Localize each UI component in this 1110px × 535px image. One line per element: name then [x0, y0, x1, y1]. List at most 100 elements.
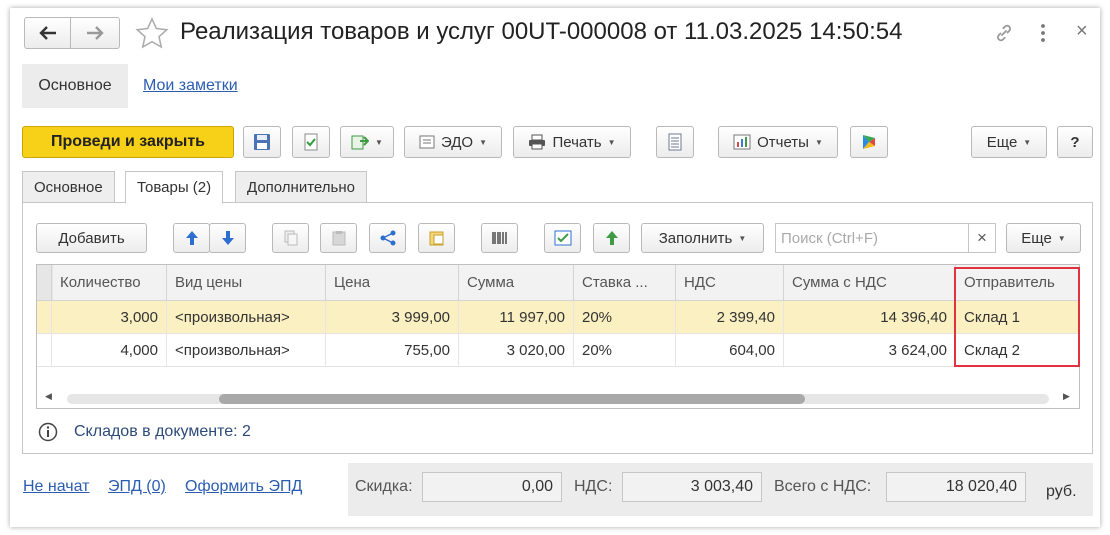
- more-vertical-icon[interactable]: [1039, 22, 1047, 44]
- chevron-down-icon: ▼: [479, 137, 488, 147]
- fill-button[interactable]: Заполнить ▼: [641, 223, 764, 253]
- column-header[interactable]: Цена: [325, 265, 458, 300]
- printer-icon: [529, 134, 546, 150]
- cell-sum[interactable]: 3 020,00: [458, 334, 573, 366]
- check-button[interactable]: [544, 223, 581, 253]
- vat-label: НДС:: [574, 478, 613, 495]
- edo-button[interactable]: ЭДО ▼: [404, 126, 502, 158]
- table-more-label: Еще: [1021, 229, 1052, 247]
- cell-vat[interactable]: 2 399,40: [675, 301, 783, 333]
- save-button[interactable]: [243, 126, 281, 158]
- floppy-disk-icon: [254, 134, 270, 150]
- epd-link[interactable]: ЭПД (0): [108, 478, 166, 496]
- cell-price[interactable]: 755,00: [325, 334, 458, 366]
- chevron-down-icon: ▼: [607, 137, 616, 147]
- more-button[interactable]: Еще ▼: [971, 126, 1047, 158]
- table-header: Количество Вид цены Цена Сумма Ставка ..…: [37, 265, 1079, 301]
- reports-button[interactable]: Отчеты ▼: [718, 126, 838, 158]
- star-icon[interactable]: [135, 17, 169, 49]
- move-down-button[interactable]: [209, 223, 246, 253]
- table-row[interactable]: 3,000 <произвольная> 3 999,00 11 997,00 …: [37, 301, 1079, 334]
- column-header[interactable]: Вид цены: [166, 265, 325, 300]
- select-items-button[interactable]: [418, 223, 455, 253]
- cell-sum-with-vat[interactable]: 3 624,00: [783, 334, 955, 366]
- arrow-right-icon: [87, 26, 104, 40]
- report-icon: [733, 134, 751, 150]
- cell-vat-rate[interactable]: 20%: [573, 301, 675, 333]
- info-icon: [38, 422, 58, 442]
- cell-vat[interactable]: 604,00: [675, 334, 783, 366]
- chevron-down-icon: ▼: [1057, 233, 1066, 243]
- cell-vat-rate[interactable]: 20%: [573, 334, 675, 366]
- scroll-right-arrow[interactable]: ▶: [1063, 391, 1070, 402]
- arrow-down-icon: [221, 231, 234, 245]
- structure-button[interactable]: [656, 126, 694, 158]
- folder-icon: [429, 231, 443, 246]
- barcode-button[interactable]: [481, 223, 518, 253]
- forward-button[interactable]: [70, 17, 120, 49]
- create-based-icon: [351, 135, 370, 150]
- tab-main[interactable]: Основное: [22, 171, 115, 203]
- play-share-icon: [863, 135, 875, 149]
- status-link[interactable]: Не начат: [23, 478, 90, 496]
- post-and-close-button[interactable]: Проведи и закрыть: [22, 126, 234, 158]
- chevron-down-icon: ▼: [814, 137, 823, 147]
- column-header[interactable]: Количество: [51, 265, 166, 300]
- warehouses-count-text: Складов в документе: 2: [74, 423, 251, 440]
- column-header[interactable]: Сумма: [458, 265, 573, 300]
- check-list-icon: [554, 230, 571, 246]
- print-button[interactable]: Печать ▼: [513, 126, 631, 158]
- column-header[interactable]: НДС: [675, 265, 783, 300]
- tab-goods[interactable]: Товары (2): [125, 171, 224, 204]
- search-clear-button[interactable]: ×: [968, 223, 996, 253]
- cell-sum[interactable]: 11 997,00: [458, 301, 573, 333]
- scrollbar-thumb[interactable]: [219, 394, 805, 404]
- post-button[interactable]: [292, 126, 330, 158]
- total-label: Всего с НДС:: [774, 478, 872, 495]
- add-row-button[interactable]: Добавить: [36, 223, 147, 253]
- create-epd-link[interactable]: Оформить ЭПД: [185, 478, 302, 496]
- arrow-up-icon: [185, 231, 198, 245]
- cell-sum-with-vat[interactable]: 14 396,40: [783, 301, 955, 333]
- upload-button[interactable]: [593, 223, 630, 253]
- print-label: Печать: [552, 133, 602, 151]
- arrow-up-green-icon: [605, 231, 618, 245]
- cell-price-type[interactable]: <произвольная>: [166, 334, 325, 366]
- paste-icon: [332, 231, 345, 246]
- share-icon: [380, 230, 395, 246]
- list-icon: [668, 133, 682, 151]
- search-input[interactable]: Поиск (Ctrl+F): [775, 223, 969, 253]
- back-button[interactable]: [24, 17, 71, 49]
- cell-price-type[interactable]: <произвольная>: [166, 301, 325, 333]
- help-button[interactable]: ?: [1057, 126, 1093, 158]
- horizontal-scrollbar[interactable]: [67, 394, 1049, 404]
- scroll-left-arrow[interactable]: ◀: [45, 391, 52, 402]
- share-button[interactable]: [850, 126, 888, 158]
- chevron-down-icon: ▼: [738, 233, 747, 243]
- barcode-icon: [491, 232, 507, 244]
- total-field: 18 020,40: [886, 472, 1026, 502]
- document-post-icon: [304, 133, 318, 151]
- move-up-button[interactable]: [173, 223, 210, 253]
- table-more-button[interactable]: Еще ▼: [1006, 223, 1081, 253]
- edo-label: ЭДО: [440, 133, 474, 151]
- paste-button[interactable]: [320, 223, 357, 253]
- currency-label: руб.: [1046, 483, 1077, 500]
- link-icon[interactable]: [992, 21, 1016, 45]
- nav-main[interactable]: Основное: [22, 64, 128, 108]
- close-icon[interactable]: ×: [1076, 20, 1088, 43]
- cell-quantity[interactable]: 3,000: [51, 301, 166, 333]
- link-rows-button[interactable]: [369, 223, 406, 253]
- create-based-on-button[interactable]: ▼: [340, 126, 394, 158]
- cell-quantity[interactable]: 4,000: [51, 334, 166, 366]
- table-row[interactable]: 4,000 <произвольная> 755,00 3 020,00 20%…: [37, 334, 1079, 367]
- page-title: Реализация товаров и услуг 00UT-000008 о…: [180, 18, 903, 45]
- column-header[interactable]: Ставка ...: [573, 265, 675, 300]
- reports-label: Отчеты: [757, 133, 809, 151]
- cell-price[interactable]: 3 999,00: [325, 301, 458, 333]
- arrow-left-icon: [38, 26, 56, 40]
- column-header[interactable]: Сумма с НДС: [783, 265, 955, 300]
- tab-additional[interactable]: Дополнительно: [235, 171, 367, 203]
- nav-notes-link[interactable]: Мои заметки: [143, 77, 238, 95]
- copy-button[interactable]: [272, 223, 309, 253]
